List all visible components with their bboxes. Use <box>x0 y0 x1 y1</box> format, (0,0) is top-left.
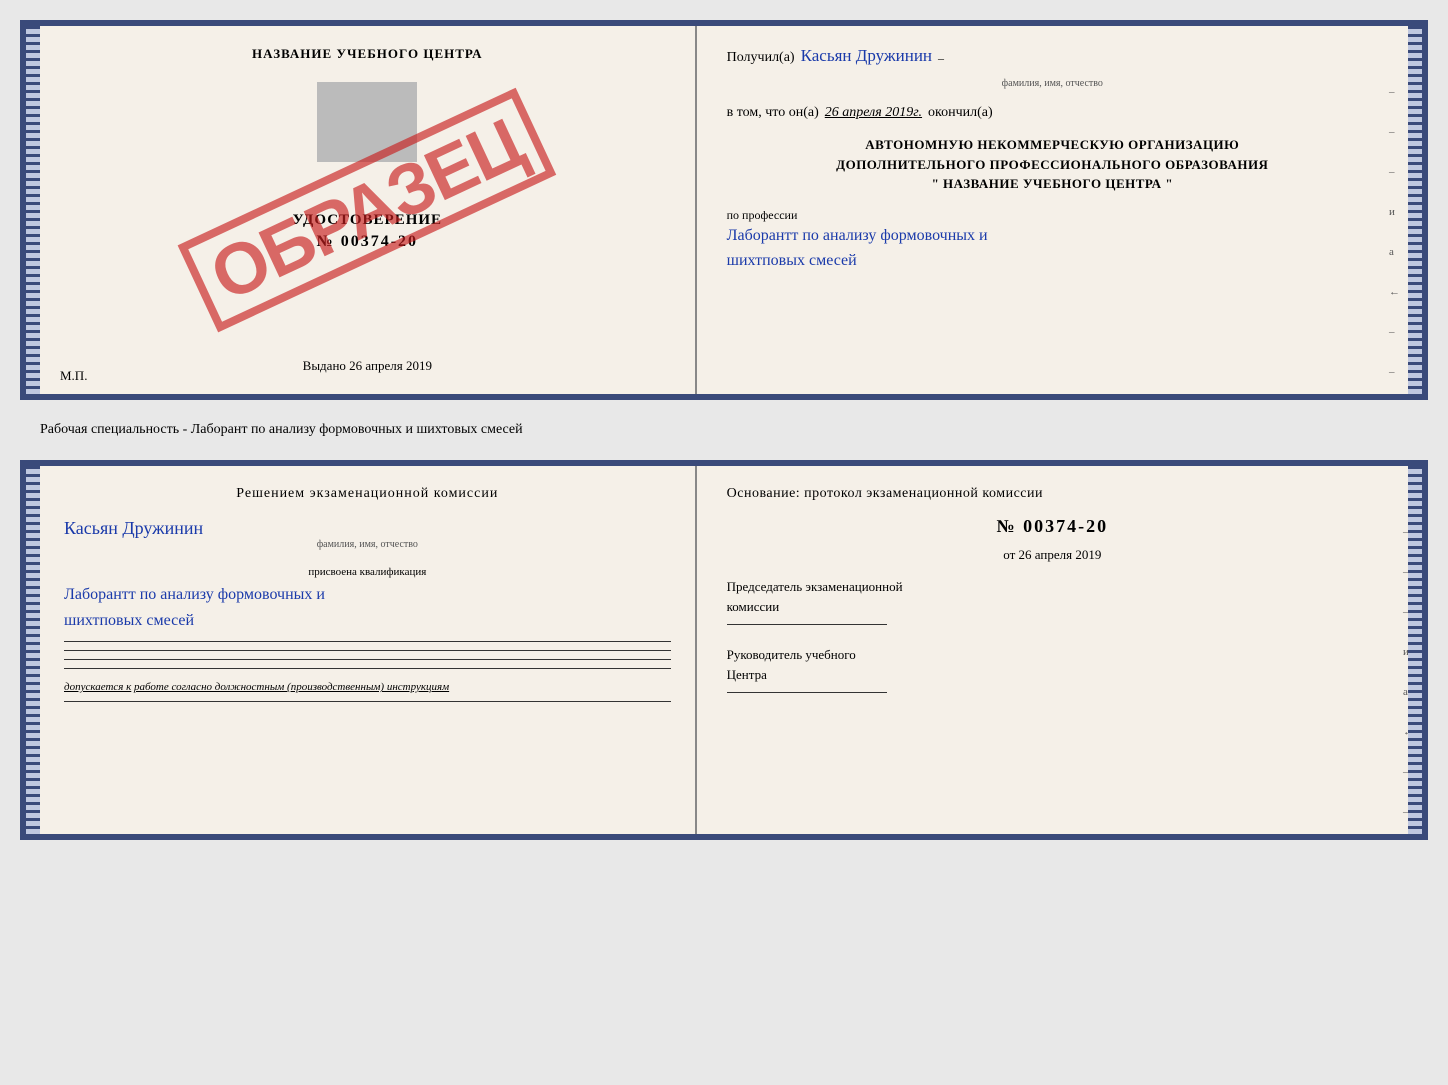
separator4 <box>64 668 671 669</box>
ot-label: от <box>1003 547 1015 562</box>
predsedatel-sig-line <box>727 624 887 625</box>
predsedatel-line2: комиссии <box>727 597 1378 617</box>
doc-bottom-left: Решением экзаменационной комиссии Касьян… <box>40 466 697 834</box>
kval-value: Лаборантт по анализу формовочных и шихтп… <box>64 582 671 633</box>
profession-value: Лаборантт по анализу формовочных и шихтп… <box>727 223 1378 274</box>
doc-top-right: Получил(a) Касьян Дружинин – фамилия, им… <box>697 26 1408 394</box>
protocol-number: № 00374-20 <box>727 516 1378 537</box>
vtom-value: 26 апреля 2019г. <box>825 105 922 121</box>
poluchil-line: Получил(a) Касьян Дружинин – <box>727 46 1378 66</box>
rukovoditel-line1: Руководитель учебного <box>727 645 1378 665</box>
ot-date: 26 апреля 2019 <box>1019 547 1102 562</box>
vydano-date: 26 апреля 2019 <box>349 358 432 373</box>
doc-bottom-right: Основание: протокол экзаменационной коми… <box>697 466 1408 834</box>
vydano-label: Выдано <box>303 358 346 373</box>
page-wrapper: НАЗВАНИЕ УЧЕБНОГО ЦЕНТРА УДОСТОВЕРЕНИЕ №… <box>20 20 1428 840</box>
rukovoditel-line2: Центра <box>727 665 1378 685</box>
mp-line: М.П. <box>60 368 87 384</box>
profession-label: по профессии <box>727 208 1378 223</box>
komissia-title: Решением экзаменационной комиссии <box>64 486 671 502</box>
bottom-document: Решением экзаменационной комиссии Касьян… <box>20 460 1428 840</box>
top-document: НАЗВАНИЕ УЧЕБНОГО ЦЕНТРА УДОСТОВЕРЕНИЕ №… <box>20 20 1428 400</box>
okonchil-label: окончил(a) <box>928 105 993 121</box>
separator1 <box>64 641 671 642</box>
dopuskaetsya: допускается к работе согласно должностны… <box>64 681 671 693</box>
center-line1: АВТОНОМНУЮ НЕКОММЕРЧЕСКУЮ ОРГАНИЗАЦИЮ <box>727 135 1378 155</box>
vydano-line: Выдано 26 апреля 2019 <box>303 338 432 374</box>
rukovoditel-sig-line <box>727 692 887 693</box>
top-left-title: НАЗВАНИЕ УЧЕБНОГО ЦЕНТРА <box>252 46 483 62</box>
recipient-sublabel: фамилия, имя, отчество <box>727 78 1378 89</box>
recipient-name: Касьян Дружинин <box>801 46 932 66</box>
predsedatel: Председатель экзаменационной комиссии <box>727 577 1378 625</box>
center-line3: " НАЗВАНИЕ УЧЕБНОГО ЦЕНТРА " <box>727 174 1378 194</box>
cert-number: № 00374-20 <box>317 233 418 251</box>
protocol-date: от 26 апреля 2019 <box>727 547 1378 563</box>
osnov-title: Основание: протокол экзаменационной коми… <box>727 486 1378 502</box>
vtom-line: в том, что он(а) 26 апреля 2019г. окончи… <box>727 105 1378 121</box>
center-line2: ДОПОЛНИТЕЛЬНОГО ПРОФЕССИОНАЛЬНОГО ОБРАЗО… <box>727 155 1378 175</box>
separator3 <box>64 659 671 660</box>
rukovoditel: Руководитель учебного Центра <box>727 645 1378 693</box>
predsedatel-line1: Председатель экзаменационной <box>727 577 1378 597</box>
vtom-label: в том, что он(а) <box>727 105 819 121</box>
bottom-name-sub: фамилия, имя, отчество <box>64 539 671 550</box>
photo-placeholder <box>317 82 417 162</box>
separator2 <box>64 650 671 651</box>
doc-top-left: НАЗВАНИЕ УЧЕБНОГО ЦЕНТРА УДОСТОВЕРЕНИЕ №… <box>40 26 697 394</box>
bottom-name: Касьян Дружинин <box>64 518 671 539</box>
separator5 <box>64 701 671 702</box>
dopuskaetsya-val: работе согласно должностным (производств… <box>134 681 449 693</box>
kval-label: присвоена квалификация <box>64 566 671 578</box>
certificate-label: УДОСТОВЕРЕНИЕ <box>293 212 443 229</box>
poluchil-label: Получил(a) <box>727 50 795 66</box>
right-dashes: – – – и а ← – – <box>1389 86 1400 378</box>
dopuskaetsya-label: допускается к <box>64 681 131 693</box>
center-text: АВТОНОМНУЮ НЕКОММЕРЧЕСКУЮ ОРГАНИЗАЦИЮ ДО… <box>727 135 1378 194</box>
middle-text: Рабочая специальность - Лаборант по анал… <box>20 416 1428 444</box>
right-dashes-bottom: – – – и а ← – – <box>1403 526 1414 818</box>
